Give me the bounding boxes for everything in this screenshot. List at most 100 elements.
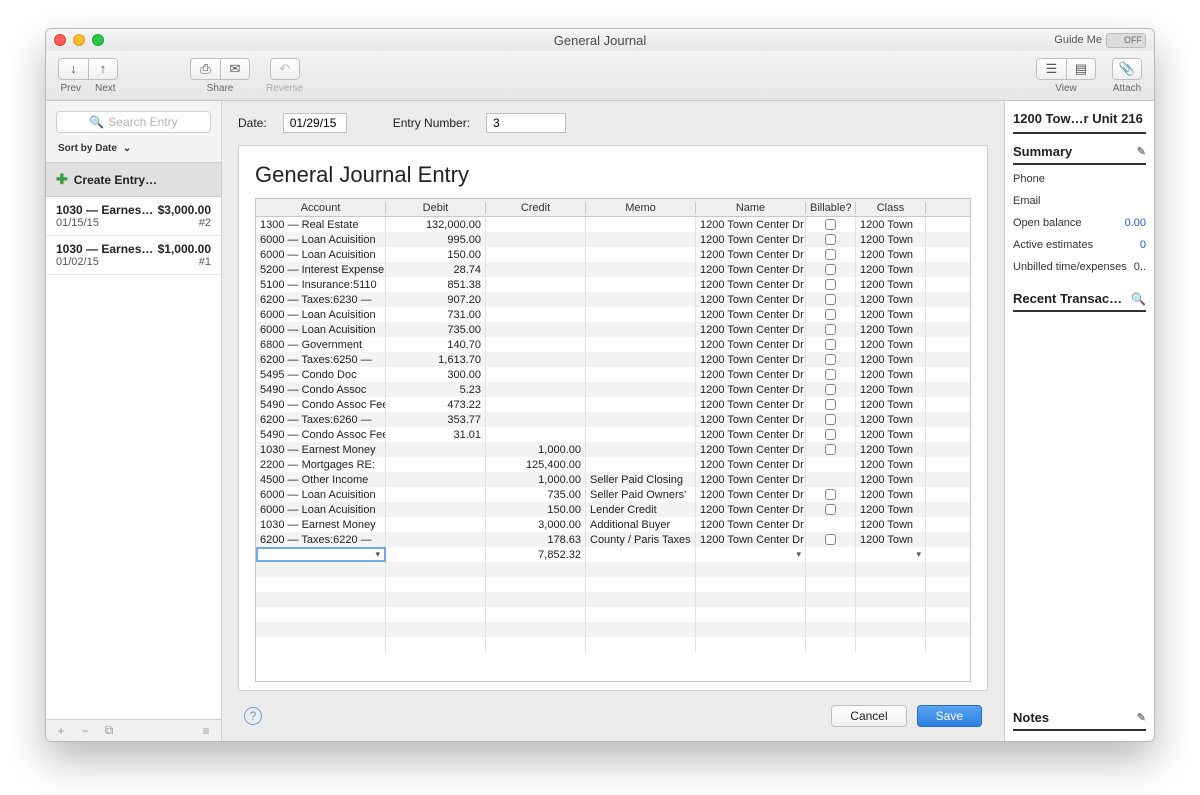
email-button[interactable]: ✉ bbox=[220, 58, 250, 80]
cell-billable[interactable] bbox=[806, 217, 856, 232]
cell-memo[interactable] bbox=[586, 322, 696, 337]
create-entry-button[interactable]: ✚ Create Entry… bbox=[46, 162, 221, 197]
cell-debit[interactable] bbox=[386, 472, 486, 487]
date-input[interactable] bbox=[283, 113, 347, 133]
dropdown-caret-icon[interactable]: ▾ bbox=[375, 549, 380, 560]
cell-billable[interactable] bbox=[806, 397, 856, 412]
cell-account[interactable]: 6200 — Taxes:6260 — bbox=[256, 412, 386, 427]
cell-billable[interactable] bbox=[806, 307, 856, 322]
grid-column-header[interactable]: Debit bbox=[386, 202, 486, 214]
next-button[interactable]: ↑ bbox=[88, 58, 118, 80]
list-view-icon[interactable]: ≡ bbox=[197, 724, 215, 738]
cell-billable[interactable] bbox=[806, 337, 856, 352]
cell-memo[interactable]: Seller Paid Closing bbox=[586, 472, 696, 487]
cell-class[interactable]: 1200 Town bbox=[856, 247, 926, 262]
cell-credit[interactable] bbox=[486, 427, 586, 442]
cell-class[interactable]: 1200 Town bbox=[856, 397, 926, 412]
view-list-button[interactable]: ☰ bbox=[1036, 58, 1066, 80]
cell-class[interactable]: 1200 Town bbox=[856, 262, 926, 277]
cell-account[interactable]: 6000 — Loan Acuisition bbox=[256, 322, 386, 337]
cell-debit[interactable]: 28.74 bbox=[386, 262, 486, 277]
cell-credit[interactable] bbox=[486, 307, 586, 322]
cell-name[interactable]: 1200 Town Center Dr bbox=[696, 397, 806, 412]
cell-memo[interactable] bbox=[586, 292, 696, 307]
grid-row-empty[interactable] bbox=[256, 607, 970, 622]
duplicate-entry-icon[interactable]: ⧉ bbox=[100, 723, 118, 738]
cell-billable[interactable] bbox=[806, 502, 856, 517]
grid-row[interactable]: 5100 — Insurance:5110851.381200 Town Cen… bbox=[256, 277, 970, 292]
cell-debit[interactable]: 5.23 bbox=[386, 382, 486, 397]
cell-debit[interactable]: 31.01 bbox=[386, 427, 486, 442]
cell-class[interactable]: 1200 Town bbox=[856, 292, 926, 307]
cell-debit[interactable]: 735.00 bbox=[386, 322, 486, 337]
grid-row[interactable]: 6200 — Taxes:6220 —178.63County / Paris … bbox=[256, 532, 970, 547]
prev-button[interactable]: ↓ bbox=[58, 58, 88, 80]
cell-credit[interactable] bbox=[486, 412, 586, 427]
cell-memo[interactable] bbox=[586, 262, 696, 277]
cell-name[interactable]: 1200 Town Center Dr bbox=[696, 292, 806, 307]
cell-billable[interactable] bbox=[806, 442, 856, 457]
cell-name[interactable]: 1200 Town Center Dr bbox=[696, 442, 806, 457]
cell-billable[interactable] bbox=[806, 472, 856, 487]
cell-memo[interactable] bbox=[586, 217, 696, 232]
cell-memo[interactable] bbox=[586, 277, 696, 292]
grid-row[interactable]: 6200 — Taxes:6250 —1,613.701200 Town Cen… bbox=[256, 352, 970, 367]
cell-debit[interactable] bbox=[386, 487, 486, 502]
cell-account[interactable]: 6000 — Loan Acuisition bbox=[256, 232, 386, 247]
cell-debit[interactable] bbox=[386, 442, 486, 457]
cell-debit[interactable]: 995.00 bbox=[386, 232, 486, 247]
cell-class[interactable]: 1200 Town bbox=[856, 532, 926, 547]
cell-name[interactable]: 1200 Town Center Dr bbox=[696, 532, 806, 547]
cell-billable[interactable] bbox=[806, 532, 856, 547]
close-window-button[interactable] bbox=[54, 34, 66, 46]
cell-memo[interactable] bbox=[586, 397, 696, 412]
save-button[interactable]: Save bbox=[917, 705, 982, 727]
grid-row[interactable]: 5490 — Condo Assoc Fee473.221200 Town Ce… bbox=[256, 397, 970, 412]
grid-column-header[interactable]: Credit bbox=[486, 202, 586, 214]
cell-class[interactable]: 1200 Town bbox=[856, 322, 926, 337]
dropdown-caret-icon[interactable]: ▾ bbox=[916, 549, 921, 560]
cell-billable[interactable] bbox=[806, 487, 856, 502]
grid-row[interactable]: 6000 — Loan Acuisition150.00Lender Credi… bbox=[256, 502, 970, 517]
cell-account[interactable]: 1030 — Earnest Money bbox=[256, 442, 386, 457]
cell-debit[interactable] bbox=[386, 517, 486, 532]
cell-class[interactable]: 1200 Town bbox=[856, 412, 926, 427]
cell-account[interactable]: 5490 — Condo Assoc bbox=[256, 382, 386, 397]
dropdown-caret-icon[interactable]: ▾ bbox=[796, 549, 801, 560]
cell-account[interactable]: 6000 — Loan Acuisition bbox=[256, 502, 386, 517]
cell-debit[interactable]: 353.77 bbox=[386, 412, 486, 427]
grid-row[interactable]: 6000 — Loan Acuisition995.001200 Town Ce… bbox=[256, 232, 970, 247]
cell-credit[interactable]: 7,852.32 bbox=[486, 547, 586, 562]
cell-credit[interactable] bbox=[486, 262, 586, 277]
cell-class[interactable]: 1200 Town bbox=[856, 442, 926, 457]
cell-credit[interactable]: 178.63 bbox=[486, 532, 586, 547]
cell-class[interactable]: 1200 Town bbox=[856, 517, 926, 532]
cell-billable[interactable] bbox=[806, 412, 856, 427]
cell-memo[interactable]: Seller Paid Owners' bbox=[586, 487, 696, 502]
cell-class[interactable]: 1200 Town bbox=[856, 352, 926, 367]
minimize-window-button[interactable] bbox=[73, 34, 85, 46]
add-entry-icon[interactable]: + bbox=[52, 724, 70, 738]
cell-debit[interactable]: 851.38 bbox=[386, 277, 486, 292]
grid-column-header[interactable]: Name bbox=[696, 202, 806, 214]
cell-memo[interactable] bbox=[586, 337, 696, 352]
cell-name[interactable]: 1200 Town Center Dr bbox=[696, 367, 806, 382]
cell-class[interactable]: 1200 Town bbox=[856, 502, 926, 517]
cell-credit[interactable] bbox=[486, 217, 586, 232]
grid-row[interactable]: 1030 — Earnest Money1,000.001200 Town Ce… bbox=[256, 442, 970, 457]
cell-credit[interactable]: 150.00 bbox=[486, 502, 586, 517]
cell-billable[interactable] bbox=[806, 262, 856, 277]
cell-name[interactable]: 1200 Town Center Dr bbox=[696, 502, 806, 517]
cell-account[interactable]: 6200 — Taxes:6230 — bbox=[256, 292, 386, 307]
entry-list-item[interactable]: 1030 — Earnest…$1,000.0001/02/15#1 bbox=[46, 236, 221, 275]
cell-name[interactable]: 1200 Town Center Dr bbox=[696, 457, 806, 472]
cell-credit[interactable] bbox=[486, 352, 586, 367]
cell-name[interactable]: ▾ bbox=[696, 547, 806, 562]
cell-debit[interactable]: 150.00 bbox=[386, 247, 486, 262]
cell-memo[interactable] bbox=[586, 232, 696, 247]
cell-memo[interactable]: Additional Buyer bbox=[586, 517, 696, 532]
search-transactions-icon[interactable]: 🔍 bbox=[1131, 292, 1146, 306]
cell-credit[interactable] bbox=[486, 367, 586, 382]
grid-row-empty[interactable] bbox=[256, 637, 970, 652]
cell-memo[interactable] bbox=[586, 247, 696, 262]
